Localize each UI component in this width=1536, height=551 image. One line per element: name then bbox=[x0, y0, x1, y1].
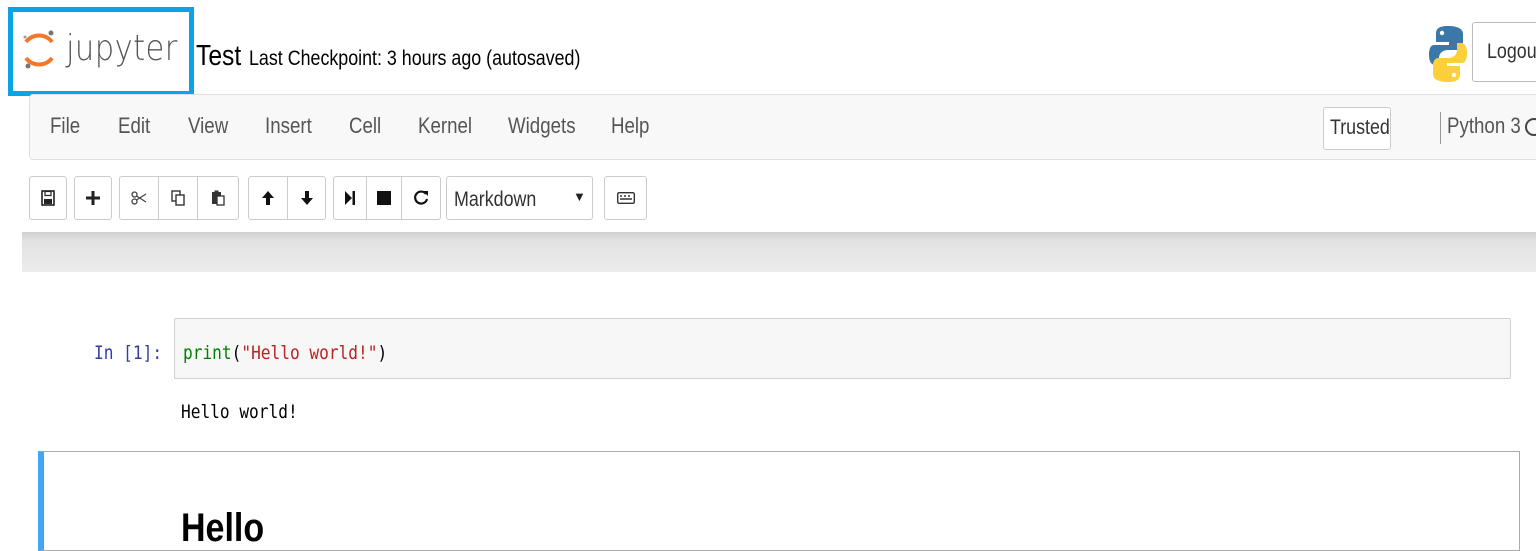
menu-file[interactable]: File bbox=[50, 113, 80, 139]
paste-icon bbox=[212, 190, 225, 206]
logout-label: Logout bbox=[1487, 40, 1536, 63]
trusted-label: Trusted bbox=[1330, 116, 1390, 139]
kernel-divider bbox=[1440, 112, 1441, 144]
move-cell-up-button[interactable] bbox=[248, 176, 288, 220]
notebook-name[interactable]: Test bbox=[196, 40, 241, 73]
header-shadow bbox=[22, 232, 1536, 272]
menu-insert[interactable]: Insert bbox=[265, 113, 312, 139]
insert-cell-below-button[interactable] bbox=[74, 176, 112, 220]
logout-button[interactable]: Logout bbox=[1472, 22, 1536, 82]
menu-help[interactable]: Help bbox=[611, 113, 649, 139]
code-close-paren: ) bbox=[377, 342, 388, 364]
python-logo-icon bbox=[1429, 26, 1467, 82]
checkpoint-status: Last Checkpoint: 3 hours ago (autosaved) bbox=[249, 47, 581, 70]
code-builtin: print bbox=[183, 342, 232, 364]
menu-edit[interactable]: Edit bbox=[118, 113, 150, 139]
restart-kernel-button[interactable] bbox=[401, 176, 441, 220]
move-cell-down-button[interactable] bbox=[287, 176, 326, 220]
plus-icon bbox=[86, 191, 100, 205]
menu-kernel[interactable]: Kernel bbox=[418, 113, 472, 139]
kernel-idle-icon bbox=[1525, 118, 1536, 136]
restart-icon bbox=[414, 190, 429, 205]
menu-view[interactable]: View bbox=[188, 113, 228, 139]
interrupt-kernel-button[interactable] bbox=[366, 176, 402, 220]
code-open-paren: ( bbox=[231, 342, 242, 364]
menu-widgets[interactable]: Widgets bbox=[508, 113, 576, 139]
menu-cell[interactable]: Cell bbox=[349, 113, 381, 139]
floppy-disk-icon bbox=[41, 190, 55, 206]
code-line[interactable]: print("Hello world!") bbox=[183, 342, 387, 364]
step-forward-icon bbox=[345, 191, 355, 205]
run-button[interactable] bbox=[333, 176, 367, 220]
cut-cells-button[interactable] bbox=[119, 176, 159, 220]
cell-output: Hello world! bbox=[181, 401, 298, 423]
menubar bbox=[29, 94, 1536, 160]
kernel-name[interactable]: Python 3 bbox=[1447, 113, 1521, 139]
markdown-heading: Hello bbox=[181, 506, 265, 550]
scissors-icon bbox=[131, 191, 147, 205]
input-prompt: In [1]: bbox=[94, 342, 163, 364]
cell-type-value: Markdown bbox=[454, 188, 537, 211]
save-button[interactable] bbox=[29, 176, 67, 220]
paste-cells-button[interactable] bbox=[197, 176, 239, 220]
arrow-down-icon bbox=[300, 191, 313, 205]
jupyter-logo-icon bbox=[23, 30, 54, 69]
command-palette-button[interactable] bbox=[604, 176, 647, 220]
trusted-indicator[interactable]: Trusted bbox=[1323, 107, 1391, 150]
copy-cells-button[interactable] bbox=[158, 176, 198, 220]
code-string: "Hello world!" bbox=[241, 342, 378, 364]
stop-icon bbox=[377, 191, 391, 205]
keyboard-icon bbox=[616, 192, 635, 204]
chevron-down-icon: ▼ bbox=[573, 189, 586, 204]
copy-icon bbox=[171, 190, 185, 206]
arrow-up-icon bbox=[262, 191, 274, 205]
jupyter-logo-text: jupyter bbox=[66, 28, 178, 69]
